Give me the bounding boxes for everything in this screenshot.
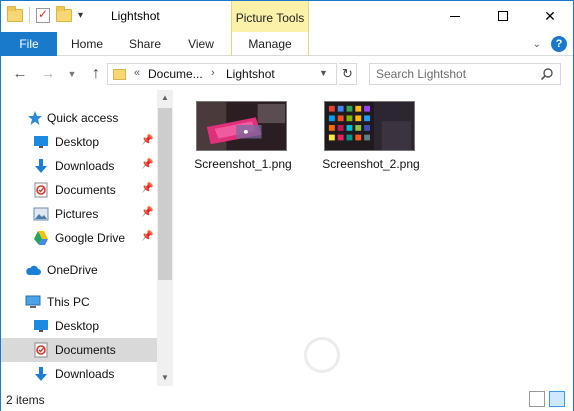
download-arrow-icon xyxy=(35,159,47,173)
scrollbar-thumb[interactable] xyxy=(158,108,172,280)
navigation-pane: Quick access Desktop 📌 Downloads 📌 Docum… xyxy=(1,90,173,386)
download-arrow-icon xyxy=(35,367,47,381)
documents-icon xyxy=(34,182,48,198)
large-icons-view-icon[interactable] xyxy=(549,391,565,407)
item-count: 2 items xyxy=(6,393,45,407)
address-folder-icon xyxy=(113,69,126,80)
expand-ribbon-chevron-icon[interactable]: ⌄ xyxy=(533,39,541,50)
google-drive-icon xyxy=(34,231,48,245)
pin-icon[interactable]: 📌 xyxy=(141,159,153,170)
watermark-logo-icon xyxy=(304,337,340,373)
ribbon-right-controls: ⌄ ? xyxy=(533,36,567,52)
address-overflow-chevron[interactable]: « xyxy=(134,67,140,79)
sidebar-item-downloads[interactable]: Downloads xyxy=(1,362,157,386)
address-history-chevron-icon[interactable]: ▼ xyxy=(319,68,328,78)
sidebar-item-google-drive-pinned[interactable]: Google Drive 📌 xyxy=(1,226,157,250)
breadcrumb-documents[interactable]: Docume... xyxy=(148,67,203,81)
new-folder-icon[interactable] xyxy=(56,5,72,22)
address-row: ← → ▼ ↑ « Docume... › Lightshot ▼ ↻ xyxy=(1,57,573,90)
star-icon xyxy=(28,111,42,125)
title-bar: ▾ Lightshot Picture Tools ✕ xyxy=(1,1,573,32)
recent-locations-chevron-icon[interactable]: ▼ xyxy=(63,65,81,83)
sidebar-item-label: Desktop xyxy=(55,319,100,333)
desktop-icon xyxy=(34,320,48,332)
picture-tools-context-tab: Picture Tools xyxy=(231,1,309,32)
explorer-window: ▾ Lightshot Picture Tools ✕ File Home Sh… xyxy=(0,0,574,411)
maximize-icon xyxy=(498,11,508,21)
file-name: Screenshot_2.png xyxy=(322,157,420,171)
image-thumbnail xyxy=(196,101,287,151)
pin-icon[interactable]: 📌 xyxy=(141,183,153,194)
sidebar-item-quick-access[interactable]: Quick access xyxy=(1,106,157,130)
minimize-icon xyxy=(450,15,460,17)
minimize-button[interactable] xyxy=(432,1,478,31)
breadcrumb-separator-chevron-icon[interactable]: › xyxy=(211,67,215,79)
sidebar-item-documents[interactable]: Documents xyxy=(1,338,157,362)
desktop-icon xyxy=(34,136,48,148)
sidebar-item-pictures-pinned[interactable]: Pictures 📌 xyxy=(1,202,157,226)
tab-share[interactable]: Share xyxy=(121,32,169,56)
toolbar-separator xyxy=(29,7,30,23)
tab-manage[interactable]: Manage xyxy=(231,32,309,56)
properties-icon[interactable] xyxy=(36,7,50,23)
folder-icon xyxy=(7,5,23,22)
close-icon: ✕ xyxy=(544,7,556,24)
status-bar: 2 items xyxy=(1,387,573,411)
tab-view[interactable]: View xyxy=(179,32,223,56)
sidebar-item-label: Quick access xyxy=(47,111,119,125)
pin-icon[interactable]: 📌 xyxy=(141,207,153,218)
sidebar-item-downloads-pinned[interactable]: Downloads 📌 xyxy=(1,154,157,178)
refresh-icon: ↻ xyxy=(342,66,353,81)
sidebar-item-this-pc[interactable]: This PC xyxy=(1,290,157,314)
scroll-up-arrow-icon[interactable]: ▲ xyxy=(157,90,173,106)
details-view-icon[interactable] xyxy=(529,391,545,407)
computer-icon xyxy=(25,295,41,308)
sidebar-item-label: Documents xyxy=(55,183,116,197)
ribbon-tab-bar: File Home Share View Manage ⌄ ? xyxy=(1,32,573,56)
sidebar-item-label: OneDrive xyxy=(47,263,98,277)
search-box[interactable] xyxy=(369,63,561,85)
close-button[interactable]: ✕ xyxy=(527,1,573,31)
search-icon xyxy=(540,68,553,81)
cloud-icon xyxy=(26,265,41,275)
file-item[interactable]: Screenshot_2.png xyxy=(319,90,423,176)
file-list-area: Screenshot_1.png Screenshot_2.png xyxy=(174,90,573,386)
breadcrumb-lightshot[interactable]: Lightshot xyxy=(226,67,275,81)
file-item[interactable]: Screenshot_1.png xyxy=(191,90,295,176)
tab-file[interactable]: File xyxy=(1,32,57,56)
navigation-scrollbar[interactable]: ▲ ▼ xyxy=(157,90,173,386)
customize-toolbar-chevron-icon[interactable]: ▾ xyxy=(78,10,83,21)
sidebar-item-documents-pinned[interactable]: Documents 📌 xyxy=(1,178,157,202)
refresh-button[interactable]: ↻ xyxy=(339,63,357,85)
documents-icon xyxy=(34,342,48,358)
sidebar-item-label: Downloads xyxy=(55,367,115,381)
pin-icon[interactable]: 📌 xyxy=(141,135,153,146)
image-thumbnail xyxy=(324,101,415,151)
file-name: Screenshot_1.png xyxy=(194,157,292,171)
sidebar-item-label: Documents xyxy=(55,343,116,357)
search-input[interactable] xyxy=(376,66,536,82)
sidebar-item-desktop[interactable]: Desktop xyxy=(1,314,157,338)
forward-arrow-icon[interactable]: → xyxy=(39,65,57,83)
sidebar-item-label: Downloads xyxy=(55,159,115,173)
window-title: Lightshot xyxy=(111,9,160,23)
back-arrow-icon[interactable]: ← xyxy=(11,65,29,83)
pin-icon[interactable]: 📌 xyxy=(141,231,153,242)
tab-home[interactable]: Home xyxy=(61,32,113,56)
help-icon[interactable]: ? xyxy=(551,36,567,52)
sidebar-item-desktop-pinned[interactable]: Desktop 📌 xyxy=(1,130,157,154)
sidebar-item-onedrive[interactable]: OneDrive xyxy=(1,258,157,282)
sidebar-item-label: This PC xyxy=(47,295,90,309)
address-bar[interactable]: « Docume... › Lightshot ▼ xyxy=(107,63,337,85)
pictures-icon xyxy=(33,207,49,221)
up-arrow-icon[interactable]: ↑ xyxy=(87,65,105,83)
sidebar-item-label: Pictures xyxy=(55,207,99,221)
sidebar-item-label: Desktop xyxy=(55,135,100,149)
sidebar-item-label: Google Drive xyxy=(55,231,126,245)
maximize-button[interactable] xyxy=(480,1,526,31)
scroll-down-arrow-icon[interactable]: ▼ xyxy=(157,370,173,386)
quick-access-toolbar: ▾ xyxy=(7,5,83,23)
